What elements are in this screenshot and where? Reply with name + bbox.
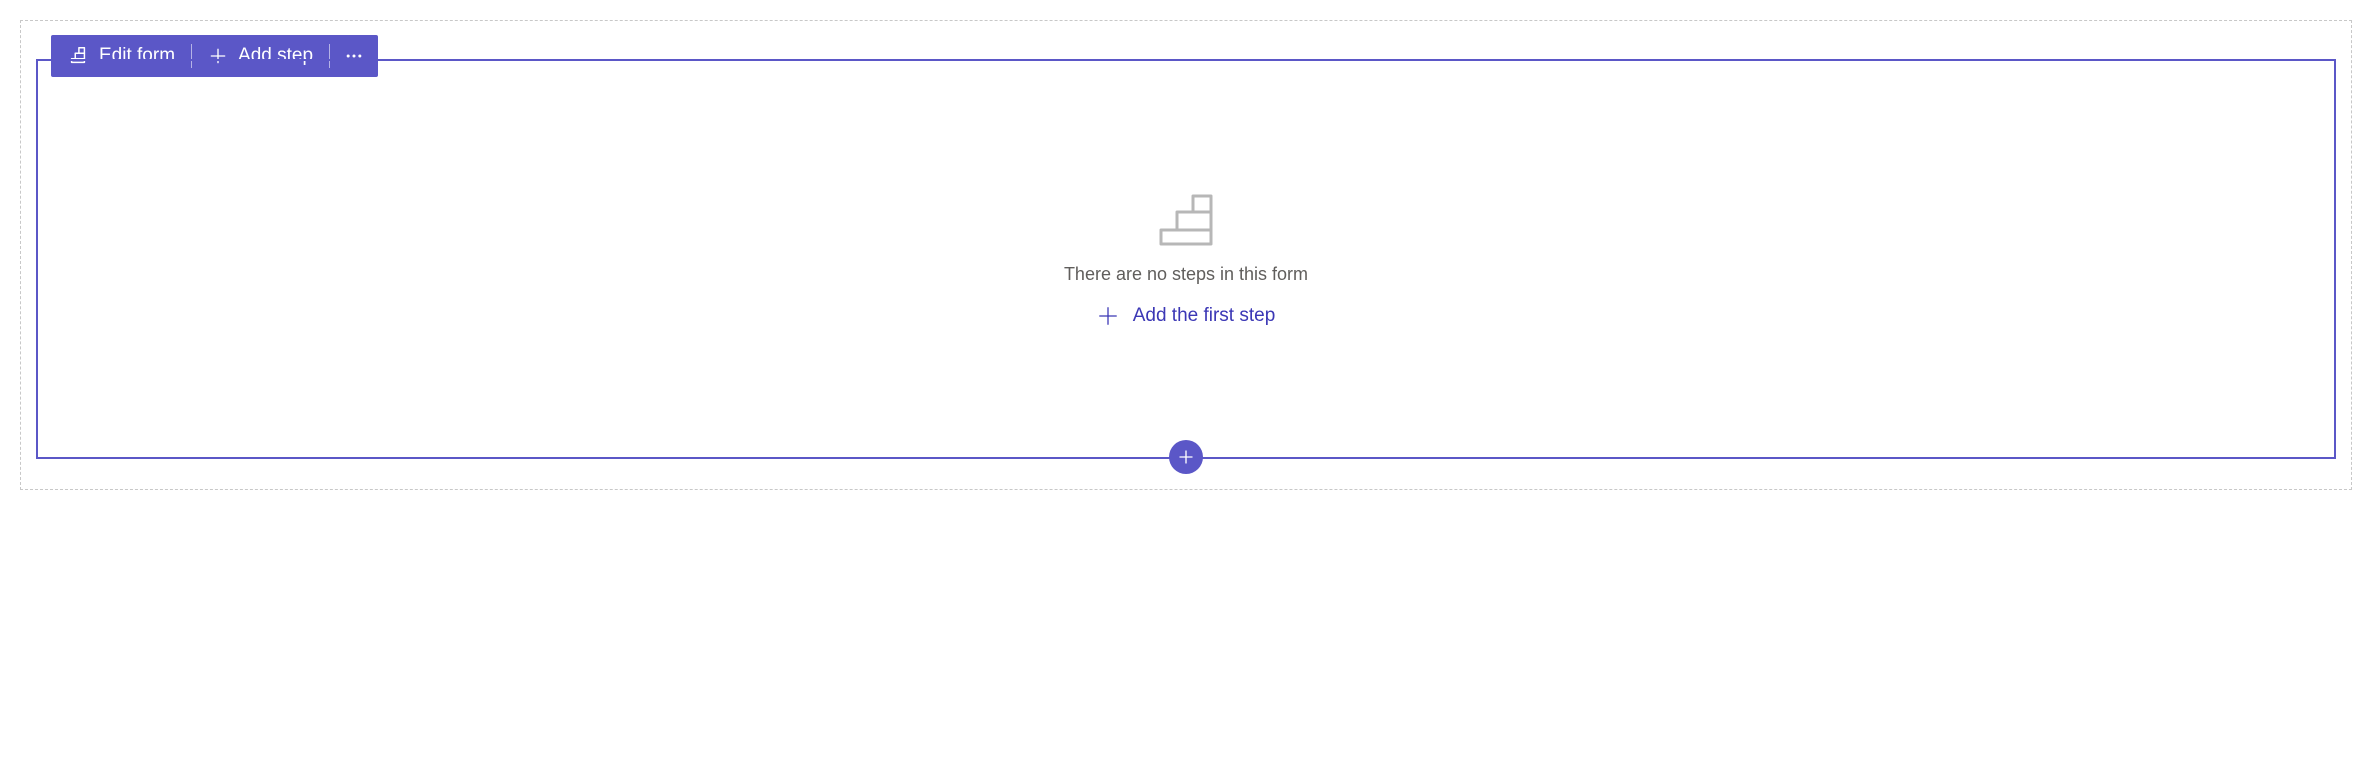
add-first-step-button[interactable]: Add the first step	[1097, 305, 1276, 327]
form-canvas-inner: There are no steps in this form Add the …	[36, 59, 2336, 459]
plus-icon	[1177, 448, 1195, 466]
form-canvas-outer: Edit form Add step	[20, 20, 2352, 490]
empty-state-message: There are no steps in this form	[1064, 264, 1308, 285]
add-first-step-label: Add the first step	[1133, 305, 1276, 327]
plus-icon	[1097, 305, 1119, 327]
steps-icon	[1153, 192, 1219, 250]
empty-state: There are no steps in this form Add the …	[1064, 192, 1308, 327]
add-section-fab[interactable]	[1169, 440, 1203, 474]
